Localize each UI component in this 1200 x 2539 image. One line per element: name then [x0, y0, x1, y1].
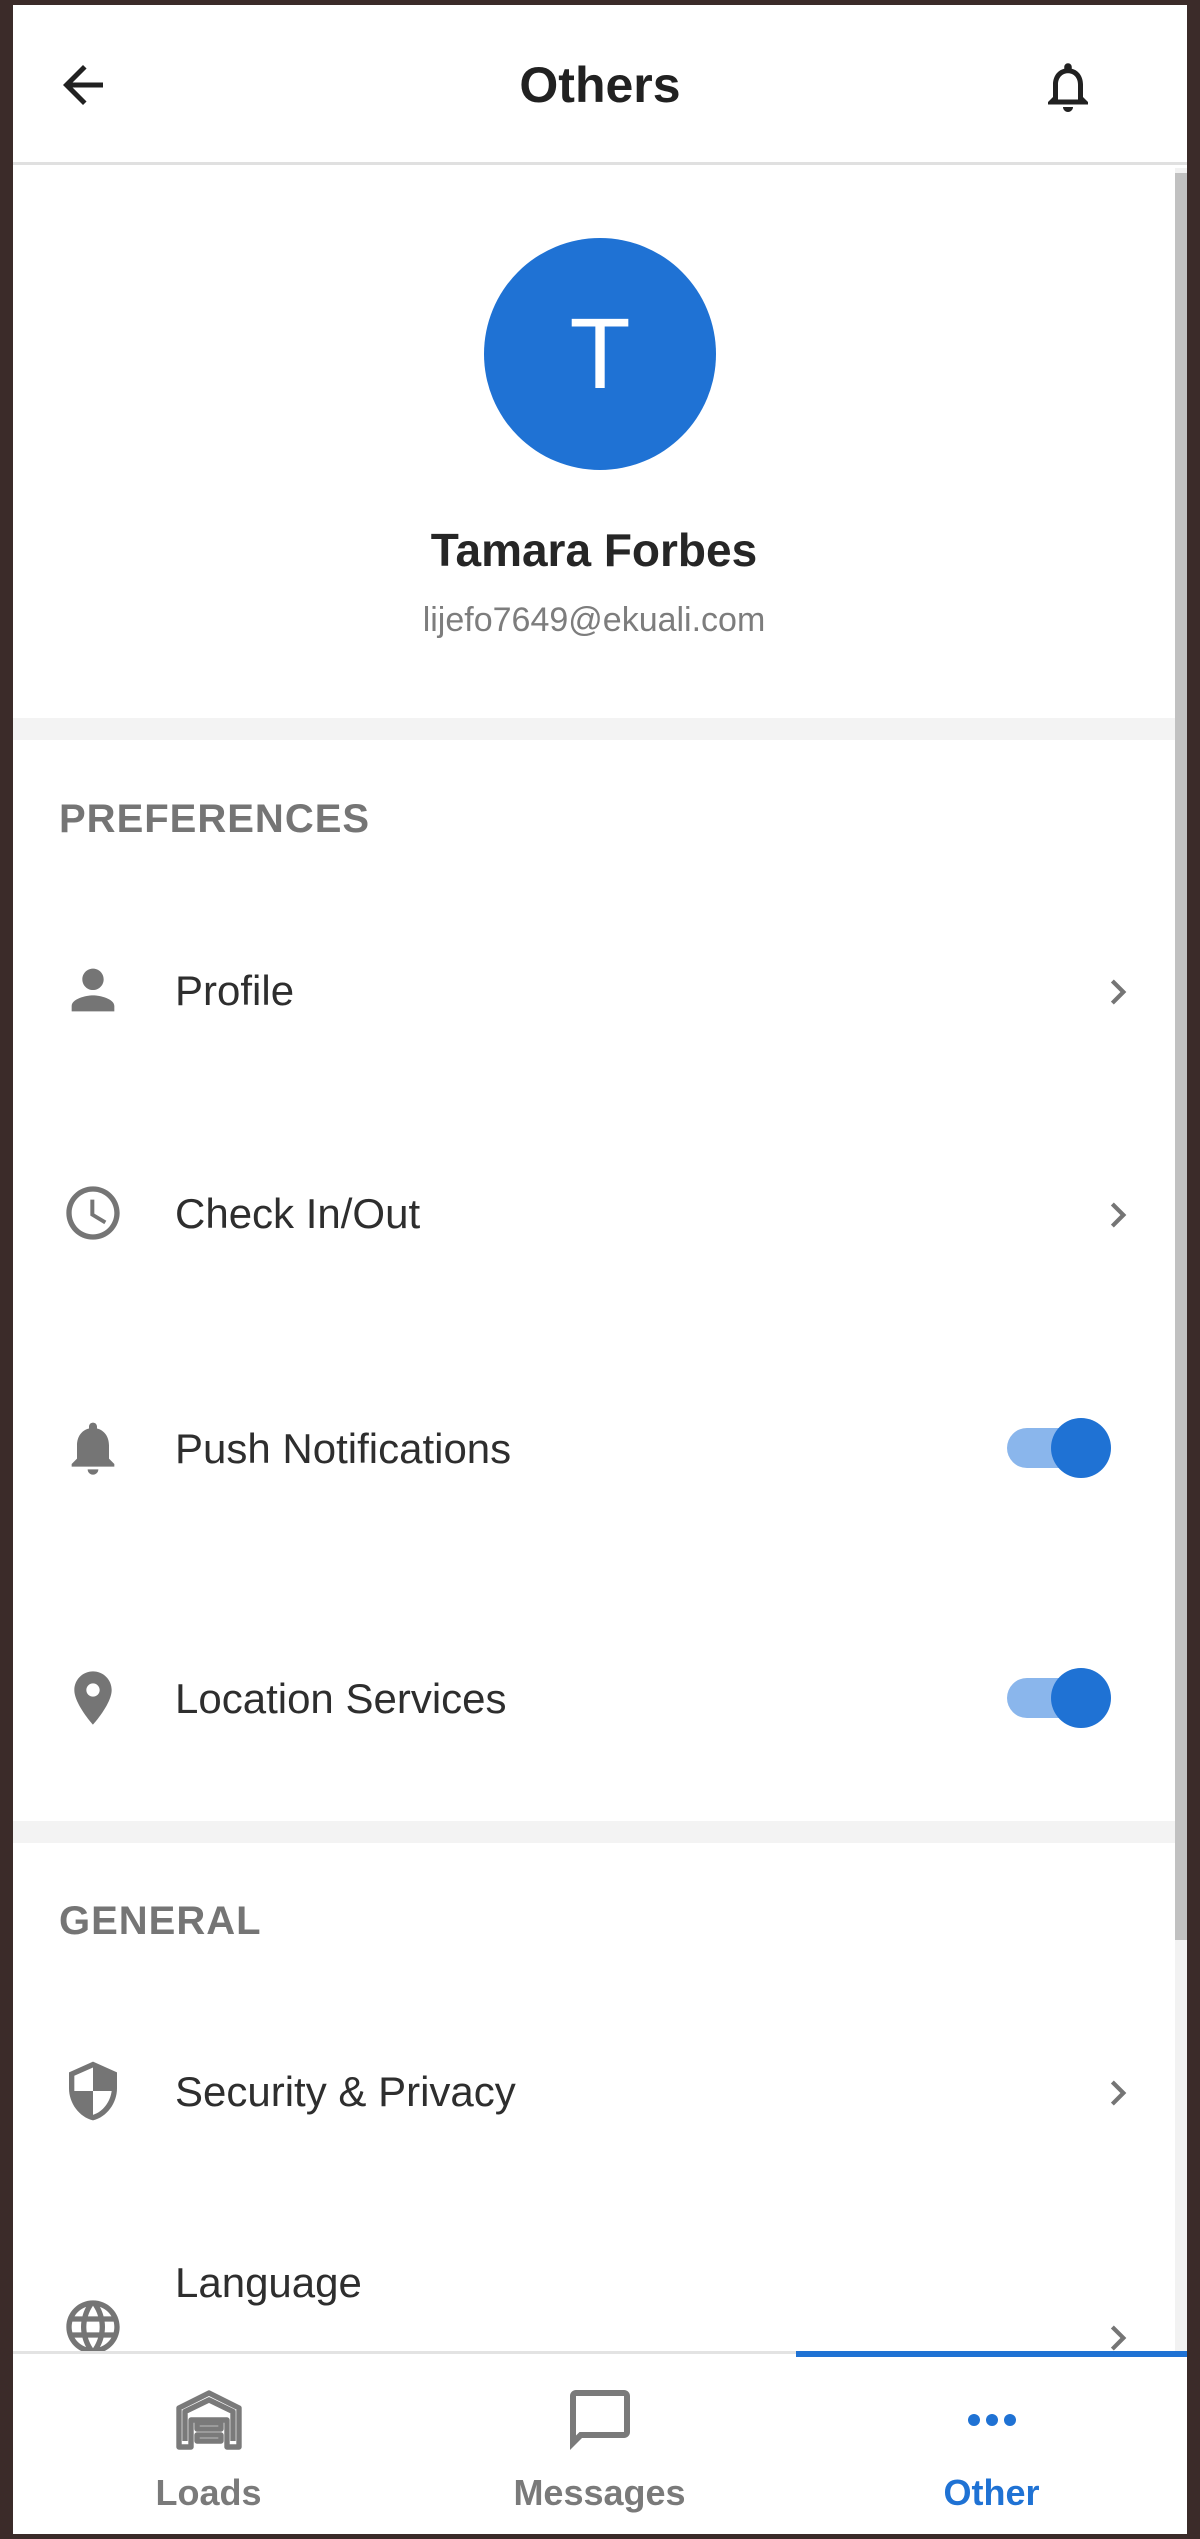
tab-other[interactable]: Other: [796, 2354, 1187, 2534]
more-dots-icon: [968, 2414, 1016, 2426]
person-icon: [71, 968, 115, 1012]
location-services-toggle[interactable]: [1003, 1666, 1115, 1728]
message-icon: [570, 2390, 630, 2450]
notifications-button[interactable]: [1038, 55, 1098, 119]
chevron-right-icon: [1110, 979, 1127, 1005]
scrollbar-thumb[interactable]: [1175, 173, 1187, 1940]
section-title-general: GENERAL: [59, 1899, 262, 1943]
tab-messages[interactable]: Messages: [404, 2354, 795, 2534]
shield-icon: [69, 2061, 117, 2121]
page-title: Others: [519, 57, 681, 113]
push-notifications-toggle[interactable]: [1003, 1416, 1115, 1478]
user-name: Tamara Forbes: [430, 524, 758, 576]
menu-item-label: Push Notifications: [175, 1425, 512, 1472]
tab-label: Loads: [155, 2472, 262, 2513]
tab-loads[interactable]: Loads: [13, 2354, 404, 2534]
section-divider: [13, 1821, 1175, 1843]
section-title-preferences: PREFERENCES: [59, 797, 371, 841]
toggle-knob: [1051, 1668, 1111, 1728]
menu-item-profile[interactable]: Profile: [13, 915, 1175, 1065]
section-divider: [13, 718, 1175, 740]
tab-label: Messages: [513, 2472, 686, 2513]
menu-item-location-services: Location Services: [13, 1623, 1175, 1773]
warehouse-icon: [176, 2390, 242, 2450]
chevron-right-icon: [1110, 1202, 1127, 1228]
menu-item-label: Profile: [175, 967, 295, 1014]
profile-card: T Tamara Forbes lijefo7649@ekuali.com: [13, 168, 1175, 718]
menu-item-label: Language: [175, 2259, 362, 2306]
location-pin-icon: [74, 1671, 112, 1725]
menu-item-label: Check In/Out: [175, 1190, 421, 1237]
app-header: Others: [13, 5, 1187, 165]
user-email: lijefo7649@ekuali.com: [422, 601, 766, 639]
bell-outline-icon: [1048, 63, 1088, 112]
bell-icon: [71, 1422, 115, 1475]
app-window: Others T Tamara Forbes lijefo7649@ekuali…: [13, 5, 1187, 2534]
menu-item-push-notifications: Push Notifications: [13, 1373, 1175, 1523]
menu-item-label: Security & Privacy: [175, 2068, 516, 2115]
globe-icon: [66, 2300, 120, 2354]
chevron-right-icon: [1110, 2080, 1127, 2106]
bottom-tab-bar: Loads Messages Other: [13, 2351, 1187, 2534]
menu-item-check-in-out[interactable]: Check In/Out: [13, 1138, 1175, 1288]
toggle-knob: [1051, 1418, 1111, 1478]
menu-item-label: Location Services: [175, 1675, 507, 1722]
menu-item-security-privacy[interactable]: Security & Privacy: [13, 2016, 1175, 2166]
clock-icon: [66, 1186, 120, 1240]
avatar: T: [484, 238, 716, 470]
tab-label: Other: [943, 2472, 1040, 2513]
